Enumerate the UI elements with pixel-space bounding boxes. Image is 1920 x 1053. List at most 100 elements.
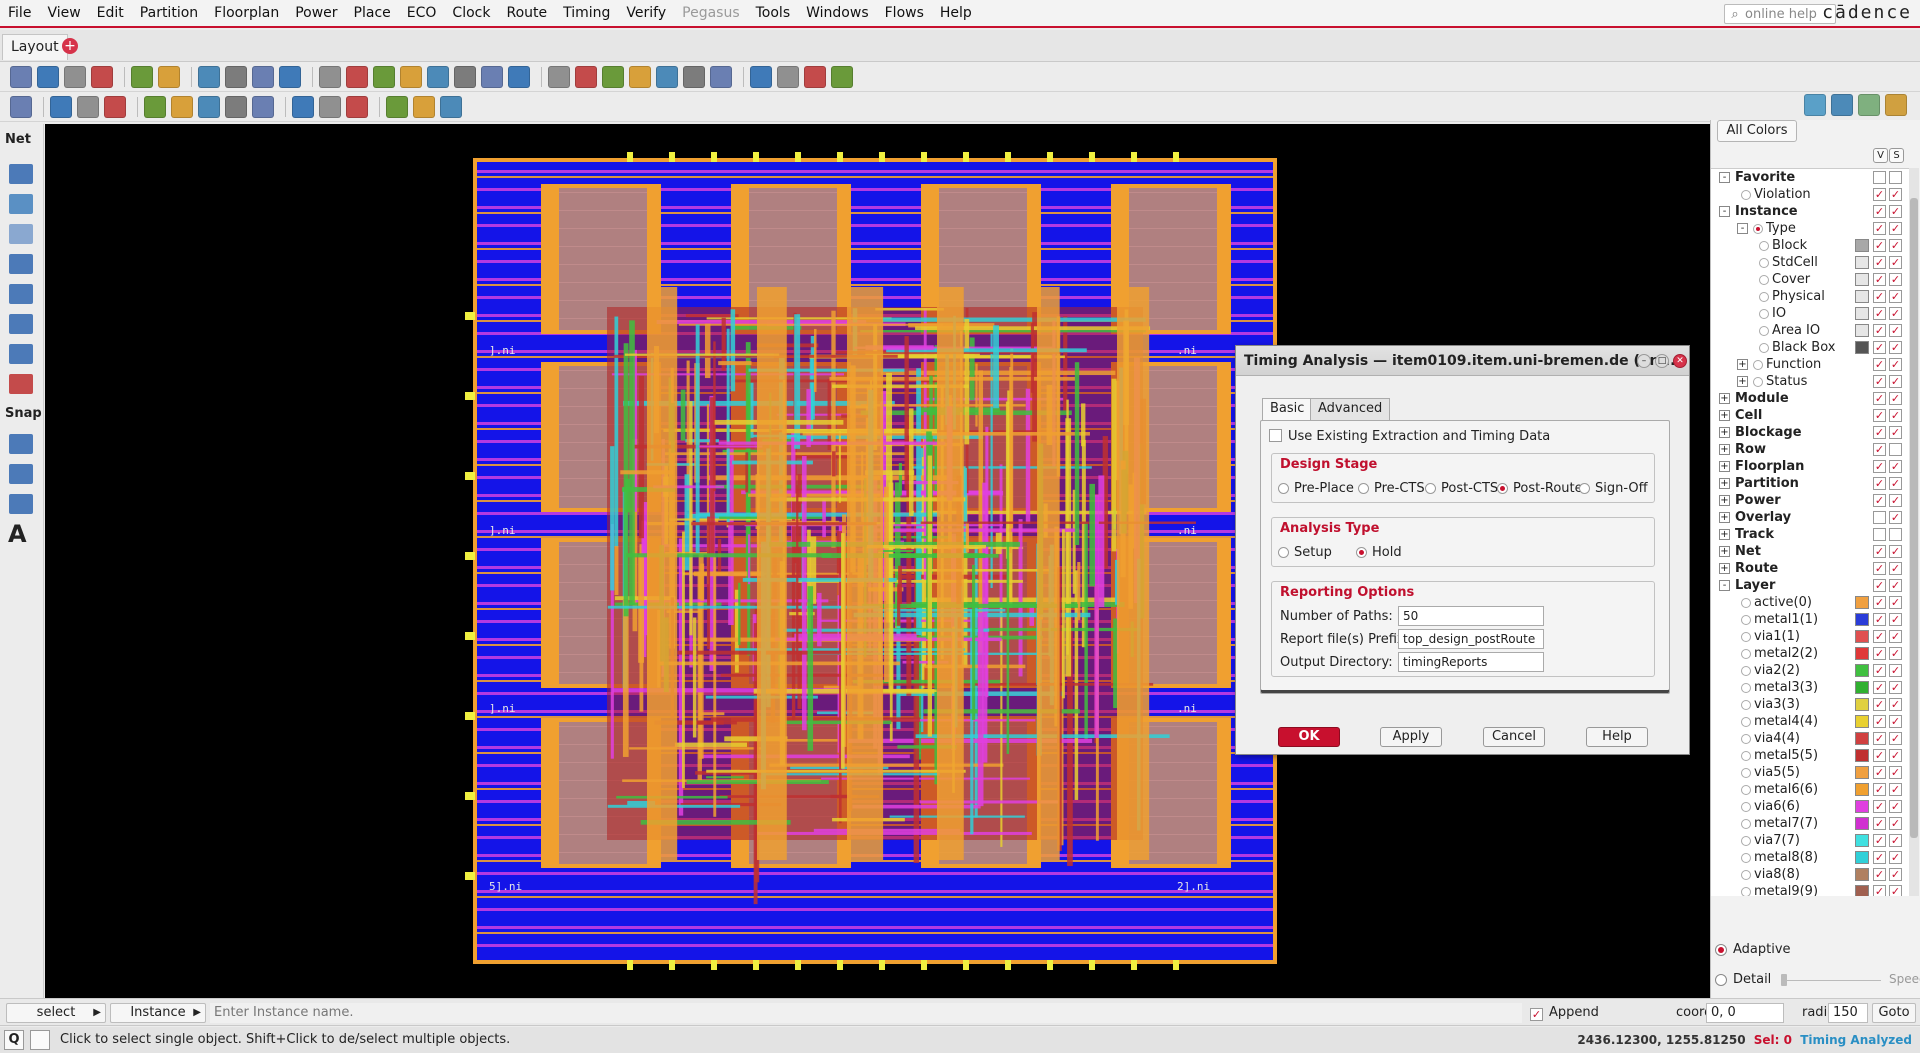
layer-tree-row[interactable]: + Partition ✓ ✓ — [1711, 475, 1909, 492]
expand-icon[interactable]: + — [1719, 461, 1730, 472]
layer-color-swatch[interactable] — [1855, 664, 1869, 677]
layer-tree-row[interactable]: + Floorplan ✓ ✓ — [1711, 458, 1909, 475]
spacing-tool-icon[interactable] — [9, 344, 33, 364]
row-radio[interactable] — [1759, 292, 1769, 302]
layer-tree-row[interactable]: metal2(2) ✓ ✓ — [1711, 645, 1909, 662]
selectable-checkbox[interactable]: ✓ — [1889, 358, 1902, 371]
window-icon[interactable] — [777, 66, 799, 88]
layer-color-swatch[interactable] — [1855, 732, 1869, 745]
selectable-checkbox[interactable]: ✓ — [1889, 834, 1902, 847]
layer-color-swatch[interactable] — [1855, 256, 1869, 269]
visible-checkbox[interactable]: ✓ — [1873, 698, 1886, 711]
layer-color-swatch[interactable] — [1855, 800, 1869, 813]
row-radio[interactable] — [1741, 632, 1751, 642]
selectable-checkbox[interactable]: ✓ — [1889, 868, 1902, 881]
adaptive-option[interactable]: Adaptive — [1715, 942, 1791, 957]
visible-checkbox[interactable]: ✓ — [1873, 630, 1886, 643]
move-icon[interactable] — [225, 66, 247, 88]
layer-color-swatch[interactable] — [1855, 749, 1869, 762]
expand-icon[interactable]: + — [1719, 410, 1730, 421]
selectable-column-button[interactable]: S — [1889, 148, 1904, 163]
visible-checkbox[interactable]: ✓ — [1873, 409, 1886, 422]
visible-checkbox[interactable]: ✓ — [1873, 205, 1886, 218]
visible-checkbox[interactable]: ✓ — [1873, 766, 1886, 779]
selectable-checkbox[interactable]: ✓ — [1889, 732, 1902, 745]
layer-tree-row[interactable]: + Function ✓ ✓ — [1711, 356, 1909, 373]
instance-name-input[interactable]: Enter Instance name. — [210, 1003, 1522, 1023]
wire-icon[interactable] — [104, 96, 126, 118]
save-icon[interactable] — [37, 66, 59, 88]
visible-checkbox[interactable]: ✓ — [1873, 256, 1886, 269]
row-radio[interactable] — [1753, 377, 1763, 387]
selectable-checkbox[interactable]: ✓ — [1889, 647, 1902, 660]
selectable-checkbox[interactable]: ✓ — [1889, 681, 1902, 694]
selectable-checkbox[interactable]: ✓ — [1889, 256, 1902, 269]
menu-clock[interactable]: Clock — [444, 0, 498, 26]
visible-checkbox[interactable] — [1873, 528, 1886, 541]
row-radio[interactable] — [1759, 241, 1769, 251]
zoom-out-icon[interactable] — [373, 66, 395, 88]
expand-icon[interactable]: + — [1719, 478, 1730, 489]
layer-tree-row[interactable]: via7(7) ✓ ✓ — [1711, 832, 1909, 849]
expand-icon[interactable]: + — [1719, 495, 1730, 506]
layer-tree-row[interactable]: via4(4) ✓ ✓ — [1711, 730, 1909, 747]
stage-post-route-radio[interactable] — [1497, 483, 1508, 494]
mode-selector[interactable]: select ▶ — [6, 1003, 106, 1023]
selectable-checkbox[interactable]: ✓ — [1889, 562, 1902, 575]
layer-tree-row[interactable]: + Row ✓ — [1711, 441, 1909, 458]
apply-button[interactable]: Apply — [1380, 727, 1442, 747]
visible-checkbox[interactable]: ✓ — [1873, 239, 1886, 252]
route-icon[interactable] — [683, 66, 705, 88]
visible-checkbox[interactable]: ✓ — [1873, 188, 1886, 201]
visible-checkbox[interactable]: ✓ — [1873, 647, 1886, 660]
selectable-checkbox[interactable]: ✓ — [1889, 766, 1902, 779]
collapse-icon[interactable]: - — [1719, 172, 1730, 183]
stage-post-cts[interactable]: Post-CTS — [1425, 481, 1498, 496]
visible-checkbox[interactable]: ✓ — [1873, 426, 1886, 439]
expand-icon[interactable]: + — [1719, 393, 1730, 404]
selectable-checkbox[interactable]: ✓ — [1889, 392, 1902, 405]
visible-checkbox[interactable]: ✓ — [1873, 749, 1886, 762]
multi-view-icon[interactable] — [1831, 94, 1853, 116]
selectable-checkbox[interactable]: ✓ — [1889, 511, 1902, 524]
stage-sign-off[interactable]: Sign-Off — [1579, 481, 1648, 496]
layer-color-swatch[interactable] — [1855, 715, 1869, 728]
menu-eco[interactable]: ECO — [399, 0, 445, 26]
selectable-checkbox[interactable]: ✓ — [1889, 409, 1902, 422]
row-radio[interactable] — [1741, 785, 1751, 795]
violation-icon[interactable] — [629, 66, 651, 88]
visible-checkbox[interactable]: ✓ — [1873, 851, 1886, 864]
menu-edit[interactable]: Edit — [89, 0, 132, 26]
outdir-input[interactable]: timingReports — [1398, 652, 1544, 672]
text-tool-icon[interactable]: A — [8, 520, 27, 548]
layer-color-swatch[interactable] — [1855, 698, 1869, 711]
snap-grid-icon[interactable] — [9, 434, 33, 454]
query-button[interactable]: Q — [4, 1030, 24, 1050]
visible-checkbox[interactable] — [1873, 511, 1886, 524]
layer-tree-row[interactable]: + Net ✓ ✓ — [1711, 543, 1909, 560]
cut-icon[interactable] — [346, 96, 368, 118]
goto-button[interactable]: Goto — [1872, 1003, 1916, 1023]
align-bottom-icon[interactable] — [9, 314, 33, 334]
layer-tree-row[interactable]: - Instance ✓ ✓ — [1711, 203, 1909, 220]
visible-checkbox[interactable]: ✓ — [1873, 443, 1886, 456]
expand-icon[interactable]: + — [1719, 563, 1730, 574]
scrollbar-thumb[interactable] — [1910, 198, 1918, 838]
visible-checkbox[interactable]: ✓ — [1873, 596, 1886, 609]
ruler-icon[interactable] — [9, 494, 33, 514]
row-radio[interactable] — [1759, 343, 1769, 353]
visible-checkbox[interactable]: ✓ — [1873, 324, 1886, 337]
layer-tree-row[interactable]: + Cell ✓ ✓ — [1711, 407, 1909, 424]
detail-option[interactable]: Detail — [1715, 972, 1771, 987]
layer-tree-row[interactable]: metal5(5) ✓ ✓ — [1711, 747, 1909, 764]
selectable-checkbox[interactable]: ✓ — [1889, 341, 1902, 354]
row-radio[interactable] — [1759, 326, 1769, 336]
layer-tree-row[interactable]: + Route ✓ ✓ — [1711, 560, 1909, 577]
expand-icon[interactable]: + — [1719, 512, 1730, 523]
selectable-checkbox[interactable]: ✓ — [1889, 460, 1902, 473]
align-top-icon[interactable] — [9, 284, 33, 304]
selectable-checkbox[interactable]: ✓ — [1889, 885, 1902, 896]
redraw-icon[interactable] — [508, 66, 530, 88]
visible-checkbox[interactable]: ✓ — [1873, 358, 1886, 371]
add-tab-icon[interactable]: + — [62, 38, 78, 54]
